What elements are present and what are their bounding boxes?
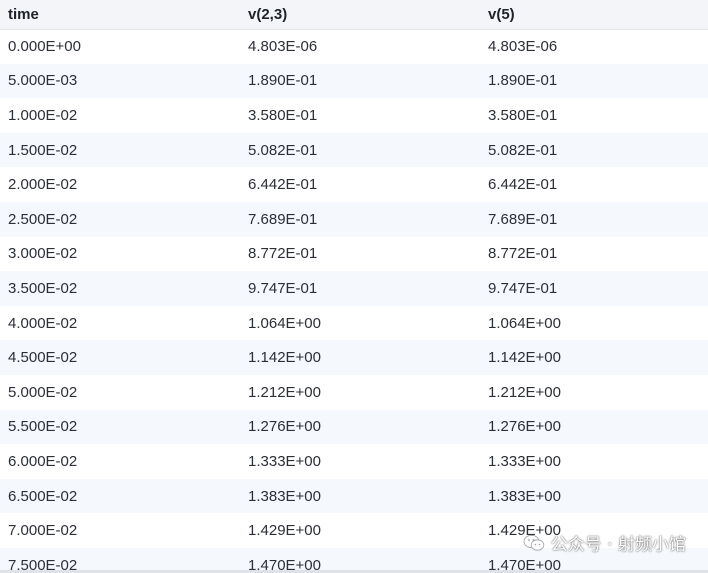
cell-v23: 8.772E-01 xyxy=(248,245,318,263)
cell-time: 5.000E-02 xyxy=(8,383,78,401)
table-row[interactable]: 6.000E-02 1.333E+00 1.333E+00 xyxy=(0,444,708,479)
table-row[interactable]: 7.000E-02 1.429E+00 1.429E+00 xyxy=(0,513,708,548)
table-row[interactable]: 1.000E-02 3.580E-01 3.580E-01 xyxy=(0,98,708,133)
table-row[interactable]: 2.000E-02 6.442E-01 6.442E-01 xyxy=(0,167,708,202)
cell-time: 6.000E-02 xyxy=(8,452,78,470)
table-row[interactable]: 5.500E-02 1.276E+00 1.276E+00 xyxy=(0,409,708,445)
cell-v23: 3.580E-01 xyxy=(248,106,318,124)
cell-v23: 1.383E+00 xyxy=(248,487,321,505)
header-row: time v(2,3) v(5) xyxy=(0,0,708,30)
cell-v5: 3.580E-01 xyxy=(488,106,558,124)
cell-time: 0.000E+00 xyxy=(8,38,81,56)
table-row[interactable]: 3.000E-02 8.772E-01 8.772E-01 xyxy=(0,236,708,272)
data-table-container: time v(2,3) v(5) 0.000E+00 4.803E-06 4.803… xyxy=(0,0,708,573)
table-row[interactable]: 1.500E-02 5.082E-01 5.082E-01 xyxy=(0,132,708,168)
cell-time: 1.000E-02 xyxy=(8,106,78,124)
cell-v5: 5.082E-01 xyxy=(488,141,558,159)
cell-v5: 1.212E+00 xyxy=(488,383,561,401)
cell-v5: 1.276E+00 xyxy=(488,418,561,436)
cell-v5: 1.890E-01 xyxy=(488,72,558,90)
column-header-v23[interactable]: v(2,3) xyxy=(240,0,480,30)
cell-v23: 6.442E-01 xyxy=(248,176,318,194)
cell-v23: 1.212E+00 xyxy=(248,383,321,401)
cell-time: 1.500E-02 xyxy=(8,141,78,159)
cell-v5: 1.142E+00 xyxy=(488,349,561,367)
cell-time: 5.500E-02 xyxy=(8,418,78,436)
table-row[interactable]: 3.500E-02 9.747E-01 9.747E-01 xyxy=(0,271,708,306)
cell-v5: 1.333E+00 xyxy=(488,452,561,470)
table-row[interactable]: 5.000E-03 1.890E-01 1.890E-01 xyxy=(0,63,708,99)
cell-time: 4.500E-02 xyxy=(8,349,78,367)
cell-v23: 1.276E+00 xyxy=(248,418,321,436)
cell-v23: 7.689E-01 xyxy=(248,210,318,228)
column-header-time[interactable]: time xyxy=(0,0,240,30)
cell-v5: 1.429E+00 xyxy=(488,522,561,540)
cell-v23: 1.890E-01 xyxy=(248,72,318,90)
cell-v5: 1.383E+00 xyxy=(488,487,561,505)
cell-time: 7.000E-02 xyxy=(8,522,78,540)
cell-v23: 5.082E-01 xyxy=(248,141,318,159)
cell-v23: 1.064E+00 xyxy=(248,314,321,332)
table-body: 0.000E+00 4.803E-06 4.803E-06 5.000E-03 1.89… xyxy=(0,29,708,573)
cell-v23: 9.747E-01 xyxy=(248,279,318,297)
column-header-v5[interactable]: v(5) xyxy=(480,0,708,30)
cell-v5: 7.689E-01 xyxy=(488,210,558,228)
cell-v23: 1.333E+00 xyxy=(248,452,321,470)
table-row[interactable]: 2.500E-02 7.689E-01 7.689E-01 xyxy=(0,201,708,237)
table-row[interactable]: 0.000E+00 4.803E-06 4.803E-06 xyxy=(0,29,708,64)
cell-v23: 1.142E+00 xyxy=(248,349,321,367)
cell-time: 6.500E-02 xyxy=(8,487,78,505)
table-row[interactable]: 6.500E-02 1.383E+00 1.383E+00 xyxy=(0,478,708,514)
cell-v5: 9.747E-01 xyxy=(488,279,558,297)
table-row[interactable]: 5.000E-02 1.212E+00 1.212E+00 xyxy=(0,374,708,410)
table-header: time v(2,3) v(5) xyxy=(0,0,708,30)
cell-time: 3.000E-02 xyxy=(8,245,78,263)
table-row[interactable]: 4.500E-02 1.142E+00 1.142E+00 xyxy=(0,340,708,375)
cell-time: 4.000E-02 xyxy=(8,314,78,332)
cell-v23: 1.429E+00 xyxy=(248,522,321,540)
data-table: time v(2,3) v(5) 0.000E+00 4.803E-06 4.803… xyxy=(0,0,708,573)
cell-time: 2.500E-02 xyxy=(8,210,78,228)
cell-v5: 4.803E-06 xyxy=(488,38,558,56)
cell-time: 5.000E-03 xyxy=(8,72,78,90)
cell-v5: 6.442E-01 xyxy=(488,176,558,194)
cell-v23: 4.803E-06 xyxy=(248,38,318,56)
cell-time: 3.500E-02 xyxy=(8,279,78,297)
cell-time: 2.000E-02 xyxy=(8,176,78,194)
table-row[interactable]: 4.000E-02 1.064E+00 1.064E+00 xyxy=(0,305,708,341)
cell-v5: 1.064E+00 xyxy=(488,314,561,332)
cell-v5: 8.772E-01 xyxy=(488,245,558,263)
